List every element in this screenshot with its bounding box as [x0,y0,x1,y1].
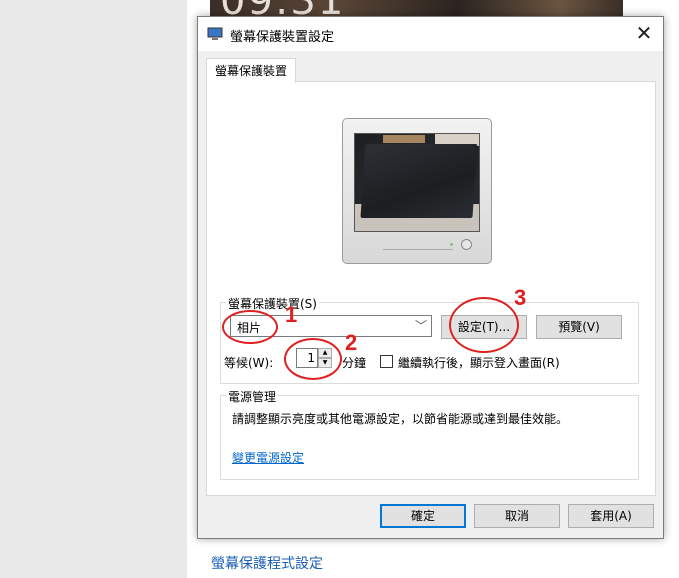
tab-screensaver[interactable]: 螢幕保護裝置 [206,58,296,83]
resume-checkbox-label[interactable]: 繼續執行後，顯示登入畫面(R) [398,354,560,371]
annotation-circle-1 [222,310,278,344]
wait-label: 等候(W): [224,356,274,370]
screensaver-dialog: 螢幕保護裝置設定 ✕ 螢幕保護裝置 螢幕保護裝置(S) 相片 ﹀ 設定(T)..… [197,16,664,539]
screensaver-settings-link[interactable]: 螢幕保護程式設定 [211,553,323,573]
close-button[interactable]: ✕ [632,23,656,45]
preview-button[interactable]: 預覽(V) [536,315,622,339]
screensaver-group-label: 螢幕保護裝置(S) [226,295,319,312]
ok-button[interactable]: 確定 [380,504,466,528]
apply-button[interactable]: 套用(A) [568,504,654,528]
preview-photo-part [383,135,425,143]
annotation-number-1: 1 [285,302,298,327]
power-group-label: 電源管理 [226,388,279,405]
power-description: 請調整顯示亮度或其他電源設定，以節省能源或達到最佳效能。 [232,412,569,426]
annotation-circle-3 [449,297,519,353]
chevron-down-icon: ﹀ [414,319,427,333]
monitor-icon [207,27,223,40]
status-led [450,243,453,246]
resume-checkbox[interactable] [380,355,393,368]
minutes-label: 分鐘 [342,356,367,370]
dialog-title: 螢幕保護裝置設定 [230,30,335,45]
monitor-bezel [383,249,453,255]
power-button-icon [461,239,472,250]
change-power-settings-link[interactable]: 變更電源設定 [232,449,304,466]
annotation-number-2: 2 [345,330,358,355]
preview-photo-part [360,144,478,218]
annotation-circle-2 [284,338,342,380]
annotation-number-3: 3 [514,285,527,310]
preview-screen [354,133,480,232]
power-group [220,395,639,480]
monitor-preview [342,118,492,264]
title-bar: 螢幕保護裝置設定 ✕ [198,17,663,51]
left-pane [0,0,187,578]
cancel-button[interactable]: 取消 [474,504,560,528]
